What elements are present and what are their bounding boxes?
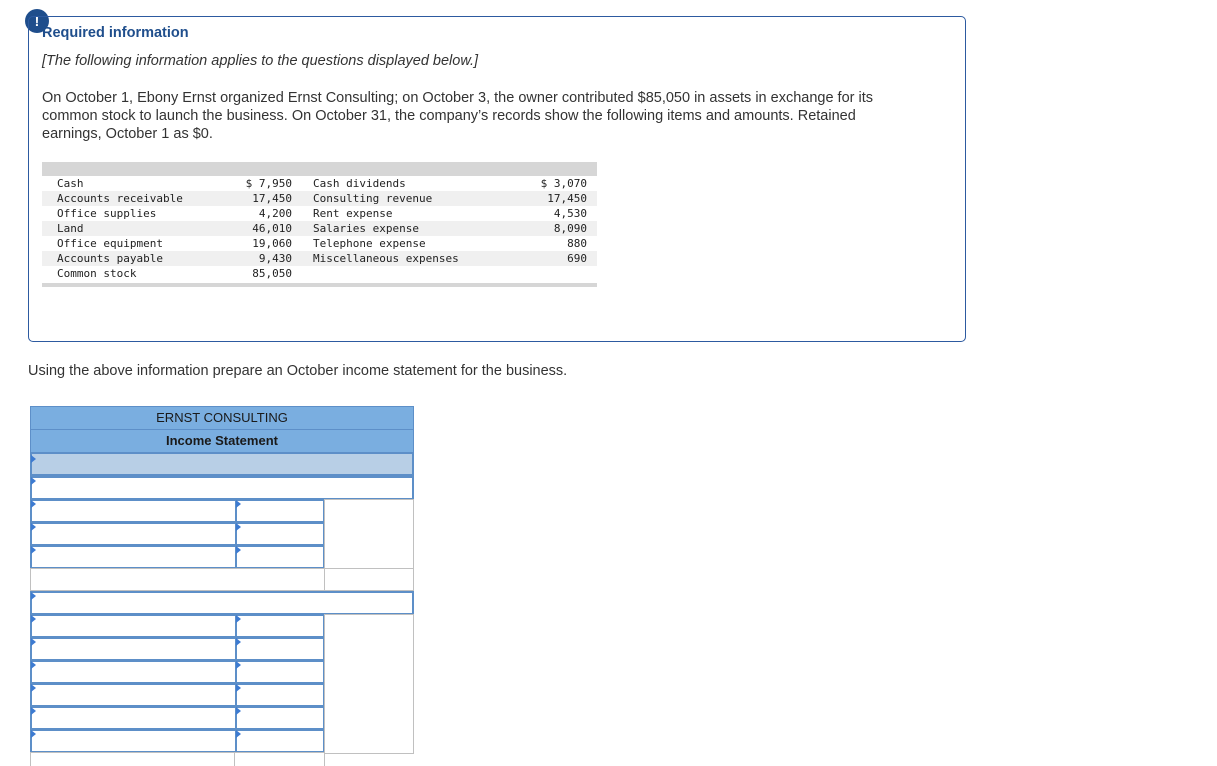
expense-label-dropdown[interactable]	[30, 637, 237, 661]
revenue-amount-input[interactable]	[235, 522, 325, 546]
statement-title-header: Income Statement	[30, 429, 414, 453]
revenues-heading-dropdown[interactable]	[30, 476, 414, 500]
revenue-amount-input[interactable]	[235, 499, 325, 523]
revenue-label-dropdown[interactable]	[30, 499, 237, 523]
dropdown-marker-icon	[31, 546, 36, 554]
dropdown-marker-icon	[31, 523, 36, 531]
account-value: 17,450	[547, 192, 587, 205]
blank-cell	[30, 568, 325, 591]
account-label: Rent expense	[313, 207, 393, 220]
account-label: Miscellaneous expenses	[313, 252, 459, 265]
expense-amount-input[interactable]	[235, 614, 325, 638]
table-row: Accounts payable 9,430 Miscellaneous exp…	[42, 251, 597, 266]
expense-amount-input[interactable]	[235, 637, 325, 661]
account-value: 9,430	[258, 252, 292, 265]
table-row: Land 46,010 Salaries expense 8,090	[42, 221, 597, 236]
table-bottom-bar	[42, 283, 597, 287]
account-value: 880	[567, 237, 587, 250]
blank-cell	[30, 752, 235, 766]
income-statement-worksheet: ERNST CONSULTING Income Statement	[30, 406, 414, 766]
input-marker-icon	[236, 684, 241, 692]
applies-note: [The following information applies to th…	[42, 53, 479, 69]
input-marker-icon	[236, 730, 241, 738]
account-value: 8,090	[553, 222, 587, 235]
table-row: Common stock 85,050	[42, 266, 597, 281]
account-value: 4,200	[258, 207, 292, 220]
account-balances-table: Cash $ 7,950 Cash dividends $ 3,070 Acco…	[42, 162, 597, 287]
dropdown-marker-icon	[31, 477, 36, 485]
account-label: Cash	[57, 177, 84, 190]
table-row: Office equipment 19,060 Telephone expens…	[42, 236, 597, 251]
input-marker-icon	[236, 638, 241, 646]
dropdown-marker-icon	[31, 661, 36, 669]
expenses-heading-dropdown[interactable]	[30, 591, 414, 615]
account-label: Accounts payable	[57, 252, 163, 265]
input-marker-icon	[236, 546, 241, 554]
input-marker-icon	[236, 523, 241, 531]
dropdown-marker-icon	[31, 500, 36, 508]
input-marker-icon	[236, 707, 241, 715]
expense-label-dropdown[interactable]	[30, 729, 237, 753]
account-label: Accounts receivable	[57, 192, 183, 205]
table-top-bar	[42, 162, 597, 176]
input-marker-icon	[236, 500, 241, 508]
revenue-amount-input[interactable]	[235, 545, 325, 569]
required-information-title: Required information	[42, 25, 189, 41]
account-label: Office supplies	[57, 207, 157, 220]
expense-amount-input[interactable]	[235, 660, 325, 684]
account-value: $ 7,950	[245, 177, 292, 190]
account-value: 690	[567, 252, 587, 265]
expense-label-dropdown[interactable]	[30, 614, 237, 638]
account-label: Consulting revenue	[313, 192, 433, 205]
account-label: Land	[57, 222, 84, 235]
account-label: Telephone expense	[313, 237, 426, 250]
table-row: Accounts receivable 17,450 Consulting re…	[42, 191, 597, 206]
dropdown-marker-icon	[31, 638, 36, 646]
expense-label-dropdown[interactable]	[30, 683, 237, 707]
total-column-cell	[324, 614, 414, 754]
blank-cell	[324, 568, 414, 591]
expense-amount-input[interactable]	[235, 706, 325, 730]
account-value: $ 3,070	[540, 177, 587, 190]
input-marker-icon	[236, 615, 241, 623]
account-value: 19,060	[252, 237, 292, 250]
expense-label-dropdown[interactable]	[30, 706, 237, 730]
account-value: 4,530	[553, 207, 587, 220]
expense-amount-input[interactable]	[235, 729, 325, 753]
dropdown-marker-icon	[31, 730, 36, 738]
account-value: 85,050	[252, 267, 292, 280]
expense-label-dropdown[interactable]	[30, 660, 237, 684]
blank-cell	[234, 752, 325, 766]
account-label: Cash dividends	[313, 177, 406, 190]
total-column-cell	[324, 499, 414, 569]
account-label: Salaries expense	[313, 222, 419, 235]
account-label: Office equipment	[57, 237, 163, 250]
dropdown-marker-icon	[31, 684, 36, 692]
dropdown-marker-icon	[31, 455, 36, 463]
dropdown-marker-icon	[31, 707, 36, 715]
dropdown-marker-icon	[31, 615, 36, 623]
dropdown-marker-icon	[31, 592, 36, 600]
company-name-header: ERNST CONSULTING	[30, 406, 414, 430]
input-marker-icon	[236, 661, 241, 669]
table-row: Office supplies 4,200 Rent expense 4,530	[42, 206, 597, 221]
revenue-label-dropdown[interactable]	[30, 522, 237, 546]
account-value: 17,450	[252, 192, 292, 205]
account-label: Common stock	[57, 267, 137, 280]
account-value: 46,010	[252, 222, 292, 235]
question-prompt: Using the above information prepare an O…	[28, 363, 568, 379]
expense-amount-input[interactable]	[235, 683, 325, 707]
statement-date-dropdown[interactable]	[30, 452, 414, 476]
table-row: Cash $ 7,950 Cash dividends $ 3,070	[42, 176, 597, 191]
revenue-label-dropdown[interactable]	[30, 545, 237, 569]
scenario-paragraph: On October 1, Ebony Ernst organized Erns…	[42, 90, 874, 142]
